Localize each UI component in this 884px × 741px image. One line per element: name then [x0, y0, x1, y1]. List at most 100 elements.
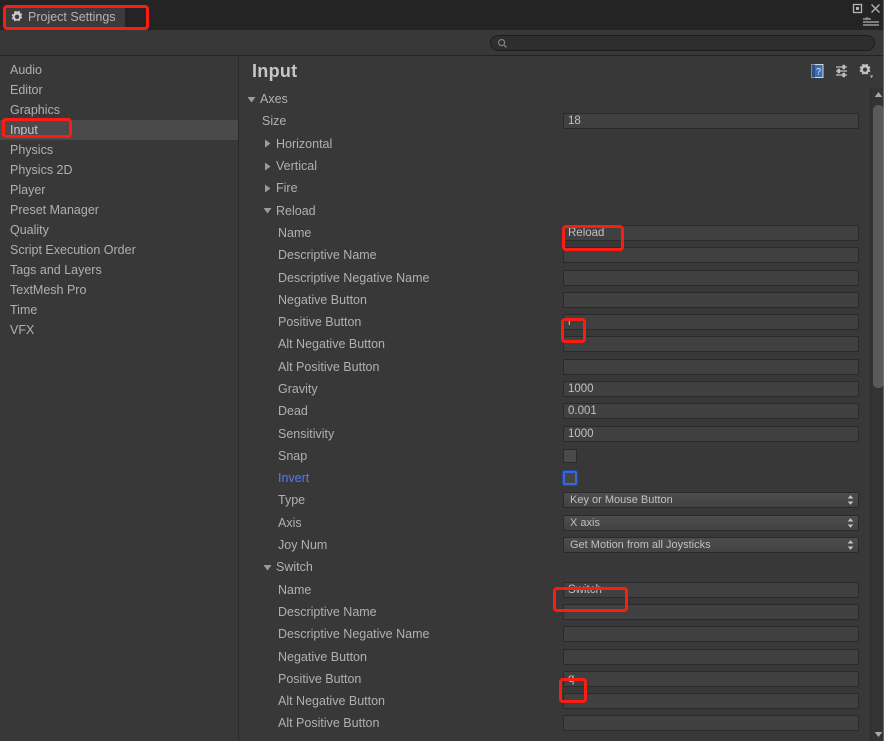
text-input-positive-button[interactable]: r [563, 314, 859, 331]
window-controls [852, 1, 881, 15]
property-label-text: Fire [276, 181, 298, 196]
text-input-negative-button[interactable] [563, 648, 859, 665]
window-menu-icon[interactable] [860, 16, 880, 27]
text-input-alt-positive-button[interactable] [563, 358, 859, 375]
property-label-alt-positive-button: Alt Positive Button [240, 356, 379, 378]
property-label-text: Alt Negative Button [278, 694, 386, 709]
sidebar-item-physics-2d[interactable]: Physics 2D [0, 160, 238, 180]
sidebar-item-tags-and-layers[interactable]: Tags and Layers [0, 260, 238, 280]
sidebar-item-graphics[interactable]: Graphics [0, 100, 238, 120]
property-row-dead: Dead 0.001 [240, 400, 884, 422]
sidebar-item-label: Editor [10, 83, 43, 97]
property-label-text: Alt Positive Button [278, 359, 380, 374]
search-box[interactable] [490, 35, 875, 51]
property-value-alt-positive-button [563, 358, 859, 375]
text-input-gravity[interactable]: 1000 [563, 381, 859, 397]
property-label-text: Negative Button [278, 649, 367, 664]
property-label-dead: Dead [240, 400, 308, 422]
close-icon[interactable] [870, 3, 881, 14]
chevron-right-icon[interactable] [262, 161, 273, 172]
chevron-updown-icon [847, 495, 854, 506]
chevron-down-icon[interactable] [246, 94, 257, 105]
property-label-text: Alt Negative Button [278, 337, 386, 352]
text-input-negative-button[interactable] [563, 291, 859, 308]
dropdown-value-text: X axis [570, 516, 600, 529]
gear-icon [11, 10, 23, 21]
text-input-alt-negative-button[interactable] [563, 693, 859, 710]
text-input-alt-negative-button[interactable] [563, 336, 859, 353]
text-input-dead[interactable]: 0.001 [563, 403, 859, 420]
text-input-positive-button[interactable]: q [563, 670, 859, 687]
project-settings-window: Project Settings Audio Editor Graphics I… [0, 0, 884, 741]
tab-project-settings[interactable]: Project Settings [4, 6, 125, 27]
text-input-alt-positive-button[interactable] [563, 715, 859, 732]
dropdown-joy-num[interactable]: Get Motion from all Joysticks [563, 537, 859, 554]
text-input-descriptive-negative-name[interactable] [563, 626, 859, 643]
sidebar-item-input[interactable]: Input [0, 120, 238, 140]
property-label-alt-positive-button: Alt Positive Button [240, 712, 379, 734]
property-value-joy-num: Get Motion from all Joysticks [563, 537, 859, 554]
settings-gear-icon[interactable] [858, 63, 874, 79]
text-input-sensitivity[interactable]: 1000 [563, 425, 859, 442]
property-row-snap: Snap [240, 445, 884, 467]
property-row-fire: Fire [240, 177, 884, 199]
chevron-updown-icon [847, 540, 854, 550]
sidebar-item-audio[interactable]: Audio [0, 60, 238, 80]
property-row-gravity: Gravity 1000 [240, 378, 884, 400]
preset-icon[interactable] [834, 63, 850, 79]
text-input-descriptive-name[interactable] [563, 603, 859, 620]
dropdown-axis[interactable]: X axis [563, 514, 859, 531]
property-label-text: Snap [278, 448, 308, 463]
search-input[interactable] [508, 37, 874, 49]
property-value-name: Switch [563, 581, 859, 598]
property-label-text: Descriptive Name [278, 248, 377, 263]
property-row-reload: Reload [240, 199, 884, 221]
text-input-name[interactable]: Switch [563, 581, 859, 598]
text-input-descriptive-name[interactable] [563, 247, 859, 264]
property-label-positive-button: Positive Button [240, 311, 361, 333]
vertical-scrollbar[interactable] [870, 88, 884, 741]
property-rows: Axes Size 18 Horizontal Vertical Fire Reload Na… [240, 88, 884, 735]
property-label-type: Type [240, 489, 305, 511]
property-label-vertical[interactable]: Vertical [240, 155, 317, 177]
sidebar-item-player[interactable]: Player [0, 180, 238, 200]
property-label-text: Horizontal [276, 136, 333, 151]
property-label-sensitivity: Sensitivity [240, 422, 334, 444]
pane-header-icons: ? [810, 63, 874, 79]
text-input-size[interactable]: 18 [563, 113, 859, 130]
property-label-text: Gravity [278, 382, 318, 396]
property-label-positive-button: Positive Button [240, 668, 361, 690]
dropdown-type[interactable]: Key or Mouse Button [563, 492, 859, 509]
property-label-reload[interactable]: Reload [240, 199, 316, 221]
property-row-alt-positive-button: Alt Positive Button [240, 356, 884, 378]
sidebar-item-quality[interactable]: Quality [0, 220, 238, 240]
text-input-descriptive-negative-name[interactable] [563, 269, 859, 286]
property-label-fire[interactable]: Fire [240, 177, 298, 199]
sidebar-item-physics[interactable]: Physics [0, 140, 238, 160]
property-label-horizontal[interactable]: Horizontal [240, 133, 332, 155]
checkbox-invert[interactable] [563, 471, 577, 486]
property-row-axis: Axis X axis [240, 512, 884, 534]
property-row-alt-positive-button: Alt Positive Button [240, 712, 884, 734]
chevron-down-icon[interactable] [262, 562, 273, 573]
maximize-icon[interactable] [852, 3, 863, 14]
property-label-axes[interactable]: Axes [240, 88, 288, 110]
property-row-alt-negative-button: Alt Negative Button [240, 690, 884, 712]
checkbox-snap[interactable] [563, 448, 577, 463]
sidebar-item-vfx[interactable]: VFX [0, 320, 238, 340]
help-icon[interactable]: ? [810, 63, 826, 79]
sidebar-item-preset-manager[interactable]: Preset Manager [0, 200, 238, 220]
sidebar-item-label: Input [10, 123, 38, 137]
chevron-down-icon[interactable] [262, 205, 273, 216]
sidebar-item-label: Script Execution Order [10, 243, 136, 257]
property-label-negative-button: Negative Button [240, 289, 367, 311]
dropdown-value-text: Get Motion from all Joysticks [570, 539, 711, 552]
sidebar-item-editor[interactable]: Editor [0, 80, 238, 100]
sidebar-item-textmesh-pro[interactable]: TextMesh Pro [0, 280, 238, 300]
sidebar-item-time[interactable]: Time [0, 300, 238, 320]
chevron-right-icon[interactable] [262, 183, 273, 194]
property-label-switch[interactable]: Switch [240, 556, 313, 578]
text-input-name[interactable]: Reload [563, 224, 859, 241]
chevron-right-icon[interactable] [262, 138, 273, 149]
sidebar-item-script-execution-order[interactable]: Script Execution Order [0, 240, 238, 260]
